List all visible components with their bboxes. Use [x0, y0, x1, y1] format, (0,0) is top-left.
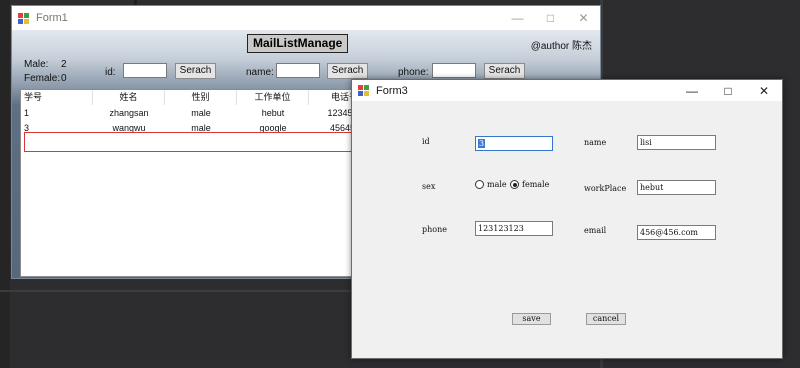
email-field[interactable]: 456@456.com	[637, 225, 716, 240]
form1-titlebar: Form1 — □ ✕	[12, 6, 600, 30]
radio-button-icon	[475, 180, 484, 189]
table-cell: hebut	[261, 108, 285, 118]
radio-button-checked-icon	[510, 180, 519, 189]
maximize-icon[interactable]: □	[534, 6, 567, 30]
background-panel	[0, 0, 10, 368]
phone-field[interactable]: 123123123	[475, 221, 553, 236]
table-row[interactable]: 1 zhangsan male hebut 1234567	[21, 106, 381, 120]
name-search-label: name:	[246, 67, 274, 78]
author-label: @author 陈杰	[530, 41, 592, 52]
maximize-icon[interactable]: □	[710, 80, 746, 101]
name-field[interactable]: lisi	[637, 135, 716, 150]
selection-highlight-rectangle	[24, 132, 385, 152]
app-icon	[18, 12, 30, 24]
id-label: id	[422, 137, 430, 146]
id-search-input[interactable]	[123, 63, 167, 78]
sex-radio-female[interactable]: female	[510, 180, 549, 189]
form3-titlebar: Form3 — □ ✕	[352, 80, 782, 101]
column-header[interactable]: 学号	[21, 90, 93, 105]
table-header: 学号 姓名 性别 工作单位 电话号	[21, 90, 381, 105]
female-label: Female:	[24, 73, 61, 84]
table-cell: 1	[24, 108, 30, 118]
name-search-input[interactable]	[276, 63, 320, 78]
close-icon[interactable]: ✕	[567, 6, 600, 30]
column-header[interactable]: 工作单位	[237, 90, 309, 105]
sex-option-label: male	[487, 180, 507, 189]
column-header[interactable]: 性别	[165, 90, 237, 105]
email-label: email	[584, 226, 607, 235]
app-icon	[358, 85, 370, 96]
column-header[interactable]: 姓名	[93, 90, 165, 105]
id-search-label: id:	[105, 67, 116, 78]
table-cell: male	[191, 108, 211, 118]
name-label: name	[584, 138, 607, 147]
sex-label: sex	[422, 182, 436, 191]
id-field-value: 3	[478, 139, 486, 148]
phone-search-label: phone:	[398, 67, 429, 78]
table-cell: zhangsan	[109, 108, 149, 118]
app-title-label: MailListManage	[247, 34, 349, 53]
form3-window: Form3 — □ ✕ id 3 name lisi sex male fema…	[351, 79, 783, 359]
phone-search-input[interactable]	[432, 63, 476, 78]
close-icon[interactable]: ✕	[746, 80, 782, 101]
phone-search-button[interactable]: Serach	[484, 63, 525, 79]
save-button[interactable]: save	[512, 313, 551, 325]
minimize-icon[interactable]: —	[501, 6, 534, 30]
cancel-button[interactable]: cancel	[586, 313, 626, 325]
workplace-label: workPlace	[584, 184, 627, 193]
name-search-button[interactable]: Serach	[327, 63, 368, 79]
form3-title: Form3	[376, 84, 408, 97]
background-panel	[0, 290, 351, 292]
id-search-button[interactable]: Serach	[175, 63, 216, 79]
female-count: 0	[61, 73, 67, 84]
sex-option-label: female	[522, 180, 550, 189]
male-count: 2	[61, 59, 67, 70]
id-field[interactable]: 3	[475, 136, 553, 151]
form1-title: Form1	[36, 12, 68, 24]
phone-label: phone	[422, 225, 447, 234]
male-label: Male:	[24, 59, 49, 70]
workplace-field[interactable]: hebut	[637, 180, 716, 195]
minimize-icon[interactable]: —	[674, 80, 710, 101]
sex-radio-male[interactable]: male	[475, 180, 507, 189]
